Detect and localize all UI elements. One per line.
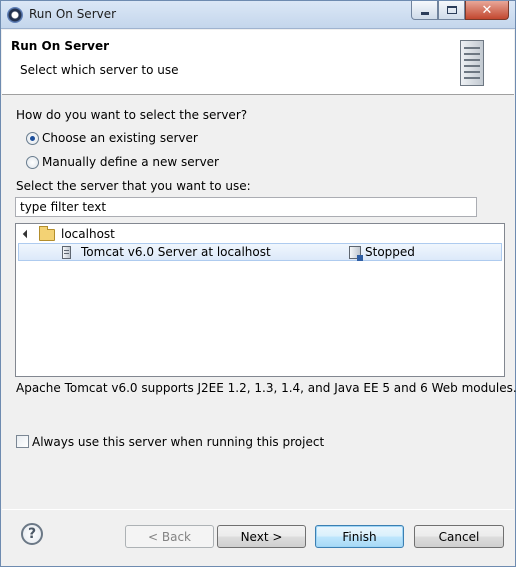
folder-icon xyxy=(39,226,55,241)
run-on-server-dialog: Run On Server ✕ Run On Server Select whi… xyxy=(0,0,516,567)
finish-button[interactable]: Finish xyxy=(315,525,404,548)
tree-node-tomcat[interactable]: Tomcat v6.0 Server at localhost Stopped xyxy=(18,243,502,261)
new-server-radio[interactable] xyxy=(26,156,39,169)
next-button[interactable]: Next > xyxy=(217,525,306,548)
new-server-label[interactable]: Manually define a new server xyxy=(42,155,219,169)
help-icon: ? xyxy=(27,526,37,542)
server-name: Tomcat v6.0 Server at localhost xyxy=(81,245,271,259)
maximize-button[interactable] xyxy=(438,1,465,20)
tomcat-server-icon xyxy=(62,246,71,259)
existing-server-radio[interactable] xyxy=(26,132,39,145)
expand-arrow-icon[interactable] xyxy=(22,229,32,239)
existing-server-label[interactable]: Choose an existing server xyxy=(42,131,198,145)
tree-node-localhost[interactable]: localhost xyxy=(16,226,496,244)
server-tree[interactable]: localhost Tomcat v6.0 Server at localhos… xyxy=(15,223,505,377)
cancel-button[interactable]: Cancel xyxy=(414,525,504,548)
help-button[interactable]: ? xyxy=(21,523,43,545)
close-icon: ✕ xyxy=(481,2,493,18)
minimize-button[interactable] xyxy=(411,1,438,20)
always-use-checkbox[interactable] xyxy=(16,435,29,448)
server-state: Stopped xyxy=(365,245,415,259)
back-button[interactable]: < Back xyxy=(125,525,214,548)
always-use-label[interactable]: Always use this server when running this… xyxy=(32,435,324,449)
window-title: Run On Server xyxy=(29,7,117,21)
filter-input[interactable] xyxy=(15,197,477,217)
header-title: Run On Server xyxy=(11,39,110,53)
title-bar[interactable]: Run On Server ✕ xyxy=(1,1,515,29)
server-wizard-icon xyxy=(460,40,484,86)
eclipse-app-icon xyxy=(7,7,23,23)
server-description: Apache Tomcat v6.0 supports J2EE 1.2, 1.… xyxy=(16,381,516,395)
selection-question: How do you want to select the server? xyxy=(16,108,248,122)
server-list-label: Select the server that you want to use: xyxy=(16,179,251,193)
host-label: localhost xyxy=(61,227,115,241)
maximize-icon xyxy=(446,6,457,14)
minimize-icon xyxy=(420,11,429,15)
button-bar-divider xyxy=(2,509,514,510)
server-status-icon xyxy=(349,246,363,261)
wizard-header: Run On Server Select which server to use xyxy=(2,30,514,95)
header-description: Select which server to use xyxy=(20,63,179,77)
close-button[interactable]: ✕ xyxy=(465,1,509,20)
